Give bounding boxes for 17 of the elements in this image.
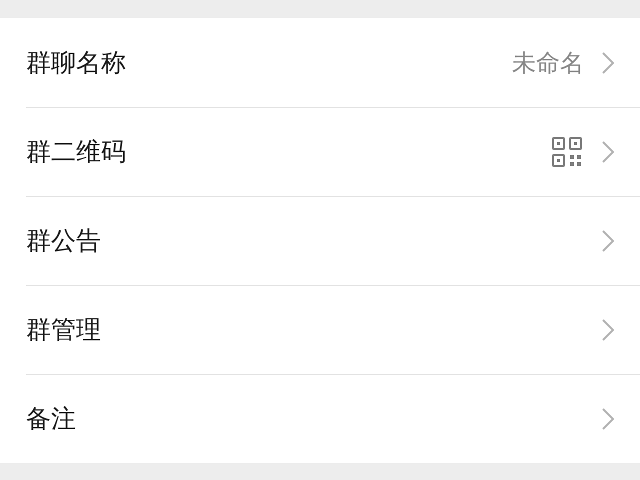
settings-row[interactable]: 群管理 <box>0 285 640 374</box>
qr-code-icon <box>552 136 582 166</box>
settings-row[interactable]: 群二维码 <box>0 107 640 196</box>
settings-row[interactable]: 群公告 <box>0 196 640 285</box>
row-label: 备注 <box>26 403 77 435</box>
row-label: 群公告 <box>26 225 102 257</box>
chevron-icon <box>602 408 614 430</box>
row-label: 群聊名称 <box>26 47 127 79</box>
row-label: 群二维码 <box>26 136 127 168</box>
settings-row[interactable]: 备注 <box>0 374 640 463</box>
chevron-icon <box>602 318 614 340</box>
settings-row[interactable]: 群聊名称 未命名 <box>0 18 640 107</box>
chevron-icon <box>602 52 614 74</box>
row-label: 群管理 <box>26 314 102 346</box>
chevron-icon <box>602 140 614 162</box>
row-value: 未命名 <box>512 48 584 78</box>
chevron-icon <box>602 230 614 252</box>
